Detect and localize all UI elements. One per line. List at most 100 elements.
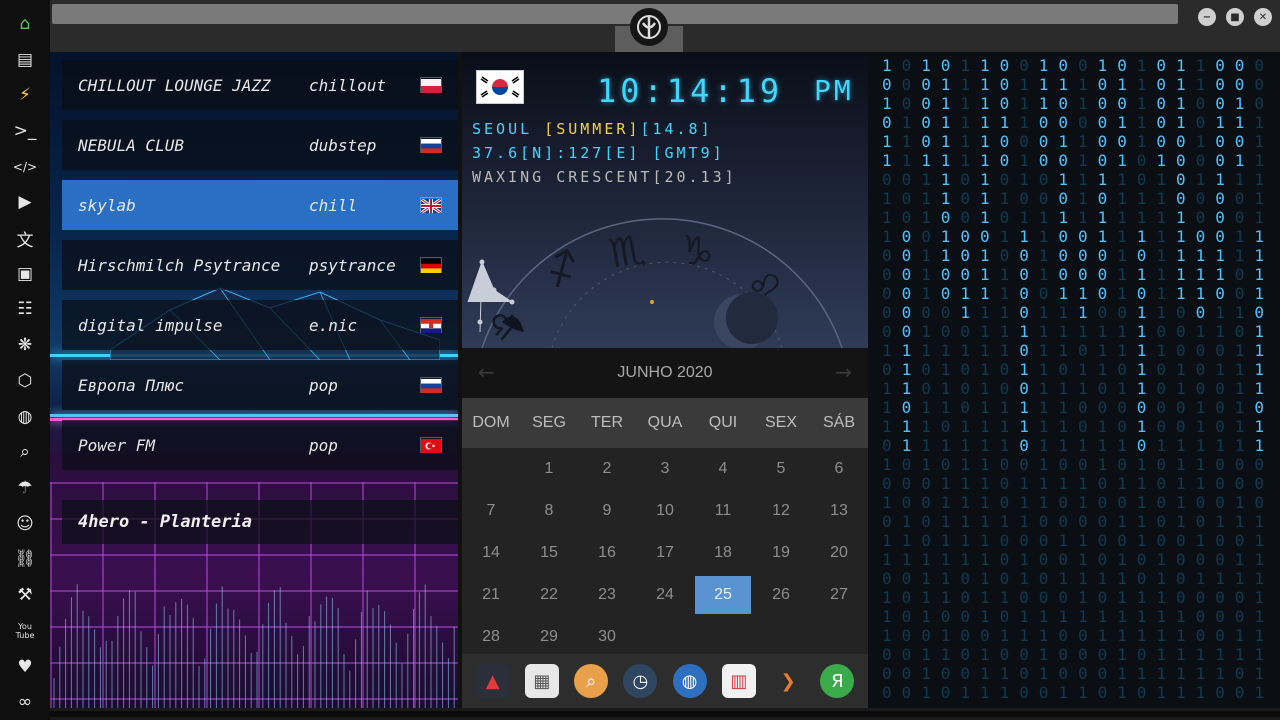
matrix-digit: 1 bbox=[1254, 170, 1265, 189]
app-clock-icon[interactable]: ◷ bbox=[623, 664, 658, 698]
infinity-icon[interactable]: ∞ bbox=[0, 684, 50, 720]
calendar-day[interactable]: 22 bbox=[520, 574, 578, 616]
calendar-day[interactable]: 18 bbox=[694, 532, 752, 574]
bolt-icon[interactable]: ⚡ bbox=[0, 77, 50, 113]
tools-icon[interactable]: ⚒ bbox=[0, 577, 50, 613]
app-search-icon[interactable]: ⌕ bbox=[574, 664, 609, 698]
matrix-digit: 1 bbox=[1254, 189, 1265, 208]
matrix-digit: 0 bbox=[1176, 398, 1186, 417]
station-row[interactable]: Hirschmilch Psytrance psytrance bbox=[62, 240, 458, 290]
calendar-day[interactable]: 8 bbox=[520, 490, 578, 532]
contact-icon[interactable]: ☺ bbox=[0, 506, 50, 542]
flag-icon bbox=[420, 257, 442, 273]
heart-icon[interactable]: ♥ bbox=[0, 649, 50, 685]
matrix-digit: 1 bbox=[1234, 113, 1245, 132]
matrix-digit: 1 bbox=[1078, 607, 1088, 626]
next-month-button[interactable]: → bbox=[835, 360, 852, 384]
code-icon[interactable]: </> bbox=[0, 149, 50, 185]
umbrella-icon[interactable]: ☂ bbox=[0, 470, 50, 506]
translate-icon[interactable]: 文 bbox=[0, 220, 50, 256]
calendar-day[interactable]: 28 bbox=[462, 616, 520, 658]
calendar-day[interactable]: 23 bbox=[578, 574, 636, 616]
station-name: Европа Плюс bbox=[78, 375, 184, 395]
calendar-day[interactable]: 13 bbox=[810, 490, 868, 532]
calendar-day[interactable]: 27 bbox=[810, 574, 868, 616]
previous-month-button[interactable]: ← bbox=[478, 360, 495, 384]
calendar-day[interactable]: 9 bbox=[578, 490, 636, 532]
news-icon[interactable]: ☷ bbox=[0, 292, 50, 328]
matrix-digit: 1 bbox=[901, 360, 912, 379]
calendar-day[interactable]: 1 bbox=[520, 448, 578, 490]
image-icon[interactable]: ▣ bbox=[0, 256, 50, 292]
calendar-day[interactable]: 6 bbox=[810, 448, 868, 490]
matrix-digit: 1 bbox=[1234, 303, 1245, 322]
station-row[interactable]: Европа Плюс pop bbox=[62, 360, 458, 410]
close-button[interactable]: ✕ bbox=[1254, 8, 1272, 26]
calendar-day[interactable]: 15 bbox=[520, 532, 578, 574]
calendar-day[interactable]: 2 bbox=[578, 448, 636, 490]
station-row[interactable]: digital impulse e.nic bbox=[62, 300, 458, 350]
app-calendar-sheet-icon[interactable]: ▦ bbox=[524, 664, 559, 698]
matrix-digit: 1 bbox=[1136, 189, 1147, 208]
matrix-digit: 1 bbox=[1058, 75, 1069, 94]
matrix-digit: 1 bbox=[1097, 341, 1108, 360]
matrix-digit: 0 bbox=[1097, 645, 1108, 664]
matrix-digit: 1 bbox=[1078, 322, 1088, 341]
calendar-day[interactable]: 12 bbox=[752, 490, 810, 532]
calendar-day[interactable]: 7 bbox=[462, 490, 520, 532]
bottom-scrollbar[interactable] bbox=[50, 708, 1280, 720]
matrix-digit: 0 bbox=[1195, 227, 1206, 246]
hexagon-icon[interactable]: ⬡ bbox=[0, 363, 50, 399]
link-icon[interactable]: ⛓ bbox=[0, 542, 50, 578]
matrix-digit: 1 bbox=[1117, 75, 1127, 94]
scrollbar-track[interactable] bbox=[50, 711, 1280, 717]
station-row[interactable]: NEBULA CLUB dubstep bbox=[62, 120, 458, 170]
app-arrow-icon[interactable]: ❯ bbox=[771, 664, 806, 698]
calendar-day[interactable]: 20 bbox=[810, 532, 868, 574]
app-red-triangle-icon[interactable]: ▲ bbox=[475, 664, 510, 698]
calendar-day[interactable]: 10 bbox=[636, 490, 694, 532]
calendar-day[interactable]: 14 bbox=[462, 532, 520, 574]
calendar-day[interactable]: 16 bbox=[578, 532, 636, 574]
matrix-digit: 0 bbox=[1195, 607, 1206, 626]
youtube-icon[interactable]: You Tube bbox=[0, 613, 50, 649]
calendar-day[interactable]: 5 bbox=[752, 448, 810, 490]
asterisk-icon[interactable]: ❋ bbox=[0, 327, 50, 363]
matrix-digit: 0 bbox=[999, 360, 1010, 379]
calendar-day[interactable]: 21 bbox=[462, 574, 520, 616]
search-icon[interactable]: ⌕ bbox=[0, 434, 50, 470]
matrix-digit: 0 bbox=[1038, 113, 1049, 132]
globe-icon[interactable]: ◍ bbox=[0, 399, 50, 435]
station-row[interactable]: skylab chill bbox=[62, 180, 458, 230]
document-icon[interactable]: ▤ bbox=[0, 42, 50, 78]
terminal-icon[interactable]: >_ bbox=[0, 113, 50, 149]
matrix-digit: 1 bbox=[1038, 474, 1049, 493]
station-row[interactable]: Power FM pop bbox=[62, 420, 458, 470]
matrix-digit: 0 bbox=[1136, 151, 1147, 170]
station-row[interactable]: CHILLOUT LOUNGE JAZZ chillout bbox=[62, 60, 458, 110]
calendar-day[interactable]: 3 bbox=[636, 448, 694, 490]
home-icon[interactable]: ⌂ bbox=[0, 6, 50, 42]
calendar-day[interactable]: 4 bbox=[694, 448, 752, 490]
app-yandex-icon[interactable]: Я bbox=[820, 664, 855, 698]
maximize-button[interactable]: ■ bbox=[1226, 8, 1244, 26]
calendar-day[interactable]: 19 bbox=[752, 532, 810, 574]
calendar-day[interactable]: 17 bbox=[636, 532, 694, 574]
matrix-digit: 0 bbox=[1097, 398, 1108, 417]
matrix-digit: 1 bbox=[921, 569, 931, 588]
calendar-day[interactable]: 11 bbox=[694, 490, 752, 532]
play-icon[interactable]: ▶ bbox=[0, 185, 50, 221]
minimize-button[interactable]: − bbox=[1198, 8, 1216, 26]
matrix-digit: 1 bbox=[960, 56, 971, 75]
matrix-column: 0 1 0 0 1 0 1 0 1 0 0 0 1 1 1 1 0 1 1 1 … bbox=[1058, 56, 1076, 702]
station-name: digital impulse bbox=[78, 315, 223, 335]
calendar-day[interactable]: 26 bbox=[752, 574, 810, 616]
app-calendar-icon[interactable]: ▥ bbox=[721, 664, 756, 698]
address-bar[interactable] bbox=[52, 4, 1178, 24]
calendar-day[interactable]: 24 bbox=[636, 574, 694, 616]
calendar-day[interactable]: 30 bbox=[578, 616, 636, 658]
matrix-digit: 1 bbox=[1176, 208, 1186, 227]
calendar-day[interactable]: 29 bbox=[520, 616, 578, 658]
calendar-day-today[interactable]: 25 bbox=[695, 576, 751, 614]
app-globe-icon[interactable]: ◍ bbox=[672, 664, 707, 698]
